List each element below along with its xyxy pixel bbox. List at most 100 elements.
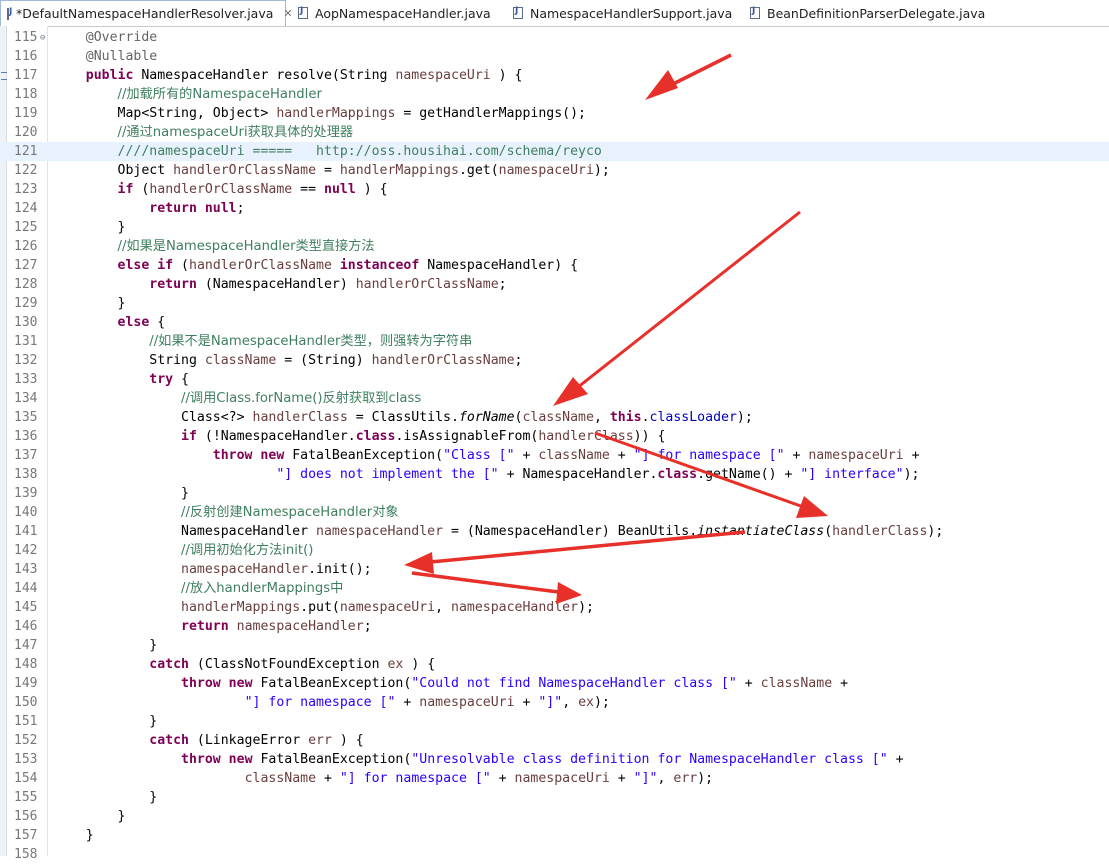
code-line[interactable]: 146 return namespaceHandler; (0, 617, 1109, 636)
code-text: //通过namespaceUri获取具体的处理器 (54, 123, 354, 142)
code-line[interactable]: 142 //调用初始化方法init() (0, 541, 1109, 560)
line-number: 125 (14, 220, 38, 235)
code-text: } (54, 636, 157, 655)
code-token: "] for namespace [" (244, 695, 396, 710)
line-number: 133 (14, 372, 38, 387)
code-line[interactable]: 117 public NamespaceHandler resolve(Stri… (0, 66, 1109, 85)
code-line[interactable]: 119 Map<String, Object> handlerMappings … (0, 104, 1109, 123)
code-token: ( (133, 182, 150, 197)
code-line[interactable]: 136 if (!NamespaceHandler.class.isAssign… (0, 427, 1109, 446)
code-text: //加载所有的NamespaceHandler (54, 85, 322, 104)
code-line[interactable]: 144 //放入handlerMappings中 (0, 579, 1109, 598)
code-token: catch (149, 733, 189, 748)
code-token: Object (54, 163, 174, 178)
line-number: 118 (14, 87, 38, 102)
code-line[interactable]: 134 //调用Class.forName()反射获取到class (0, 389, 1109, 408)
code-line[interactable]: 126 //如果是NamespaceHandler类型直接方法 (0, 237, 1109, 256)
code-text: public NamespaceHandler resolve(String n… (54, 66, 523, 85)
tab-bean-definition-parser-delegate[interactable]: BeanDefinitionParserDelegate.java (744, 0, 1004, 26)
code-line[interactable]: 151 } (0, 712, 1109, 731)
code-token: + (316, 771, 340, 786)
tab-namespace-handler-support[interactable]: NamespaceHandlerSupport.java (507, 0, 733, 26)
code-text: else { (54, 313, 166, 332)
code-text: else if (handlerOrClassName instanceof N… (54, 256, 579, 275)
code-token: . (641, 410, 650, 425)
code-token: ; (363, 619, 372, 634)
code-token: this (609, 410, 642, 425)
code-line[interactable]: 141 NamespaceHandler namespaceHandler = … (0, 522, 1109, 541)
code-line[interactable]: 155 } (0, 788, 1109, 807)
code-token: , (593, 410, 610, 425)
code-token: namespaceHandler (451, 600, 579, 615)
tab-default-namespace-handler-resolver[interactable]: *DefaultNamespaceHandlerResolver.java ✕ (0, 0, 293, 26)
code-line[interactable]: 138 "] does not implement the [" + Names… (0, 465, 1109, 484)
code-text: className + "] for namespace [" + namesp… (54, 769, 714, 788)
code-line[interactable]: 118 //加载所有的NamespaceHandler (0, 85, 1109, 104)
code-line[interactable]: 133 try { (0, 370, 1109, 389)
code-token: + (514, 448, 539, 463)
code-text: } (54, 788, 157, 807)
code-token: ; (498, 277, 507, 292)
code-token: return (149, 201, 197, 216)
code-line[interactable]: 150 "] for namespace [" + namespaceUri +… (0, 693, 1109, 712)
line-number: 144 (14, 581, 38, 596)
tab-label: *DefaultNamespaceHandlerResolver.java (16, 6, 274, 21)
code-token: namespaceUri (514, 771, 610, 786)
code-token: .put( (300, 600, 340, 615)
code-line[interactable]: 115 ⊖ @Override (0, 28, 1109, 47)
code-token: //加载所有的NamespaceHandler (117, 87, 322, 102)
code-line[interactable]: 121 ////namespaceUri ===== http://oss.ho… (0, 142, 1109, 161)
code-line[interactable]: 124 return null; (0, 199, 1109, 218)
code-line[interactable]: 147 } (0, 636, 1109, 655)
code-token: , (435, 600, 452, 615)
code-line[interactable]: 139 } (0, 484, 1109, 503)
code-line[interactable]: 156 } (0, 807, 1109, 826)
code-line[interactable]: 157 } (0, 826, 1109, 845)
override-marker-icon[interactable] (1, 72, 7, 80)
code-line[interactable]: 127 else if (handlerOrClassName instance… (0, 256, 1109, 275)
code-line[interactable]: 135 Class<?> handlerClass = ClassUtils.f… (0, 408, 1109, 427)
code-line[interactable]: 140 //反射创建NamespaceHandler对象 (0, 503, 1109, 522)
code-line[interactable]: 158 (0, 845, 1109, 864)
code-token: @Nullable (54, 49, 158, 64)
code-line[interactable]: 125 } (0, 218, 1109, 237)
code-line[interactable]: 129 } (0, 294, 1109, 313)
code-editor[interactable]: 115 ⊖ @Override 116 @Nullable 117 public Na… (0, 26, 1109, 862)
code-line[interactable]: 153 throw new FatalBeanException("Unreso… (0, 750, 1109, 769)
code-line[interactable]: 122 Object handlerOrClassName = handlerM… (0, 161, 1109, 180)
code-line[interactable]: 148 catch (ClassNotFoundException ex ) { (0, 655, 1109, 674)
fold-collapse-icon[interactable]: ⊖ (40, 29, 45, 48)
code-token: throw new (181, 676, 253, 691)
code-token: public (85, 68, 134, 83)
code-line[interactable]: 132 String className = (String) handlerO… (0, 351, 1109, 370)
tab-aop-namespace-handler[interactable]: AopNamespaceHandler.java (292, 0, 492, 26)
code-token: } (54, 638, 158, 653)
code-text: Class<?> handlerClass = ClassUtils.forNa… (54, 408, 753, 427)
code-line[interactable]: 128 return (NamespaceHandler) handlerOrC… (0, 275, 1109, 294)
code-line[interactable]: 130 else { (0, 313, 1109, 332)
code-token: FatalBeanException( (252, 752, 412, 767)
code-line[interactable]: 145 handlerMappings.put(namespaceUri, na… (0, 598, 1109, 617)
code-line[interactable]: 152 catch (LinkageError err ) { (0, 731, 1109, 750)
code-token: ); (697, 771, 714, 786)
code-token: ex (387, 657, 404, 672)
code-token: , (657, 771, 674, 786)
code-line[interactable]: 143 namespaceHandler.init(); (0, 560, 1109, 579)
code-line[interactable]: 154 className + "] for namespace [" + na… (0, 769, 1109, 788)
code-line[interactable]: 137 throw new FatalBeanException("Class … (0, 446, 1109, 465)
code-line[interactable]: 123 if (handlerOrClassName == null ) { (0, 180, 1109, 199)
code-token: null (196, 201, 237, 216)
code-line[interactable]: 116 @Nullable (0, 47, 1109, 66)
code-token: className (760, 676, 833, 691)
code-line[interactable]: 131 //如果不是NamespaceHandler类型，则强转为字符串 (0, 332, 1109, 351)
code-token: //反射创建NamespaceHandler对象 (181, 505, 399, 520)
code-token: , (562, 695, 579, 710)
code-token: "] does not implement the [" (276, 467, 499, 482)
code-line[interactable]: 149 throw new FatalBeanException("Could … (0, 674, 1109, 693)
code-line[interactable]: 120 //通过namespaceUri获取具体的处理器 (0, 123, 1109, 142)
code-token: ) { (403, 657, 436, 672)
